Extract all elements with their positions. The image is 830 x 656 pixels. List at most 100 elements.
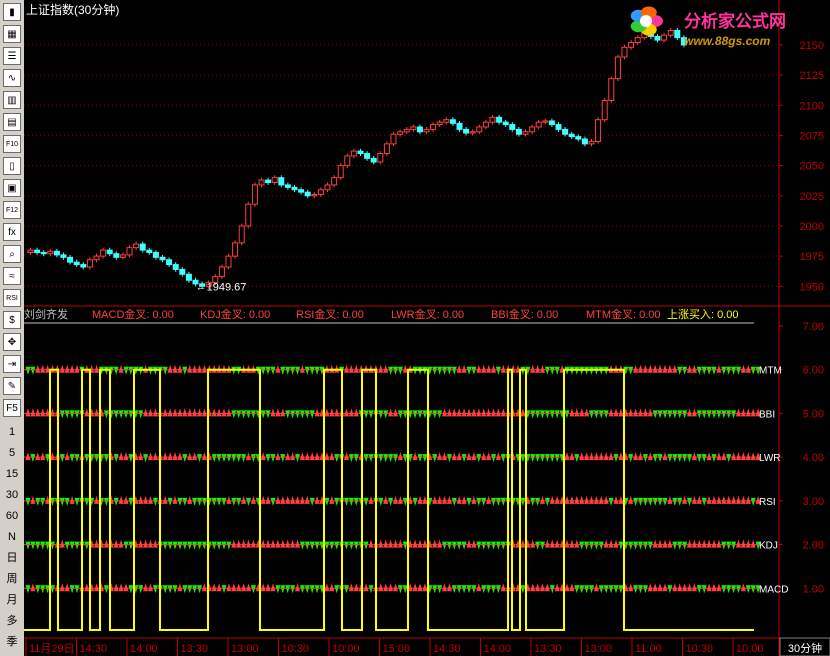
candle-body <box>139 243 146 251</box>
candle-body <box>430 124 437 130</box>
candle-body <box>47 250 54 255</box>
candle-body <box>291 186 298 191</box>
candle-body <box>126 247 133 256</box>
logo-url: www.88gs.com <box>684 34 771 48</box>
candle-body <box>463 128 470 134</box>
candle-body <box>251 184 258 205</box>
legend-label: RSI金叉: <box>296 307 339 321</box>
candle-body <box>476 126 483 133</box>
finance-book-icon[interactable]: ▣ <box>3 179 21 197</box>
time-tick-label: 14:30 <box>80 643 108 655</box>
formula-icon[interactable]: fx <box>3 223 21 241</box>
time-tick-label: 10:30 <box>282 643 310 655</box>
sub-tick-label: 4.00 <box>803 452 824 464</box>
candle-body <box>232 242 239 257</box>
legend-label: BBI金叉: <box>491 307 534 321</box>
period-button-3[interactable]: 30 <box>3 486 21 504</box>
legend-label: MACD金叉: <box>92 307 149 321</box>
period-indicator-label: 30分钟 <box>788 641 822 655</box>
candle-body <box>86 259 93 268</box>
candle-body <box>133 243 140 249</box>
candle-body <box>179 268 186 275</box>
f5-switch-icon[interactable]: F5 <box>3 399 21 417</box>
candle-body <box>397 131 404 135</box>
candle-body <box>225 255 232 268</box>
candle-body <box>337 165 344 179</box>
candle-body <box>436 121 443 126</box>
candle-body <box>588 140 595 145</box>
legend-item: 上涨买入: 0.00 <box>667 308 738 321</box>
minute-chart-icon[interactable]: ☰ <box>3 47 21 65</box>
period-button-6[interactable]: 日 <box>3 549 21 567</box>
window-list-icon[interactable]: ▤ <box>3 113 21 131</box>
period-button-1[interactable]: 5 <box>3 444 21 462</box>
sub-tick-label: 7.00 <box>803 321 824 333</box>
period-button-5[interactable]: N <box>3 528 21 546</box>
candle-body <box>456 122 463 130</box>
legend-item: LWR金叉: 0.00 <box>391 307 464 321</box>
candle-body <box>271 177 278 184</box>
price-tick-label: 2075 <box>800 130 824 142</box>
candle-body <box>185 273 192 281</box>
candle-body <box>331 177 338 186</box>
candle-body <box>370 157 377 163</box>
period-button-0[interactable]: 1 <box>3 423 21 441</box>
candle-body <box>350 150 357 157</box>
f12-icon[interactable]: F12 <box>3 201 21 219</box>
candle-body <box>67 256 74 263</box>
candle-body <box>119 254 126 258</box>
candle-body <box>403 128 410 133</box>
move-arrows-icon[interactable]: ✥ <box>3 333 21 351</box>
period-button-10[interactable]: 季 <box>3 633 21 651</box>
period-button-8[interactable]: 月 <box>3 591 21 609</box>
search-icon[interactable]: ⌕ <box>3 245 21 263</box>
f10-info-icon[interactable]: F10 <box>3 135 21 153</box>
price-tick-label: 1975 <box>800 251 824 263</box>
legend-value: 0.00 <box>152 309 173 321</box>
candle-body <box>80 264 87 268</box>
document-icon[interactable]: ▯ <box>3 157 21 175</box>
dollar-icon[interactable]: $ <box>3 311 21 329</box>
candle-body <box>304 191 311 197</box>
candle-body <box>410 126 417 130</box>
candle-body <box>146 249 153 254</box>
candle-body <box>416 126 423 133</box>
candle-body <box>34 249 41 254</box>
bar-chart-icon[interactable]: ▥ <box>3 91 21 109</box>
period-button-4[interactable]: 60 <box>3 507 21 525</box>
candle-body <box>548 120 555 126</box>
candle-body <box>654 35 661 41</box>
candlestick-chart-icon[interactable]: ▮ <box>3 3 21 21</box>
candle-body <box>423 128 430 133</box>
candle-body <box>40 252 47 255</box>
candle-body <box>357 150 364 155</box>
candle-body <box>496 116 503 123</box>
candle-body <box>265 179 272 184</box>
period-button-9[interactable]: 多 <box>3 612 21 630</box>
rsi-icon[interactable]: RSI <box>3 289 21 307</box>
chart-title: 上证指数(30分钟) <box>26 2 119 17</box>
indicator-wave-icon[interactable]: ≈ <box>3 267 21 285</box>
candle-body <box>614 56 621 80</box>
time-tick-label: 10:00 <box>736 643 764 655</box>
candle-body <box>509 124 516 130</box>
candle-body <box>529 126 536 133</box>
logo-text: 分析家公式网 <box>684 11 786 31</box>
time-tick-label: 14:00 <box>130 643 158 655</box>
legend-label: MTM金叉: <box>586 307 636 321</box>
pencil-draw-icon[interactable]: ✎ <box>3 377 21 395</box>
line-trend-icon[interactable]: ∿ <box>3 69 21 87</box>
indicator-name: 刘剑齐发 <box>24 307 68 321</box>
candle-body <box>383 143 390 155</box>
candle-body <box>482 121 489 128</box>
candle-body <box>601 99 608 121</box>
import-icon[interactable]: ⇥ <box>3 355 21 373</box>
legend-item: KDJ金叉: 0.00 <box>200 307 270 321</box>
price-tick-label: 2025 <box>800 191 824 203</box>
candle-body <box>218 266 225 278</box>
period-button-7[interactable]: 周 <box>3 570 21 588</box>
candle-body <box>106 249 113 255</box>
table-report-icon[interactable]: ▦ <box>3 25 21 43</box>
period-button-2[interactable]: 15 <box>3 465 21 483</box>
candle-body <box>245 203 252 227</box>
